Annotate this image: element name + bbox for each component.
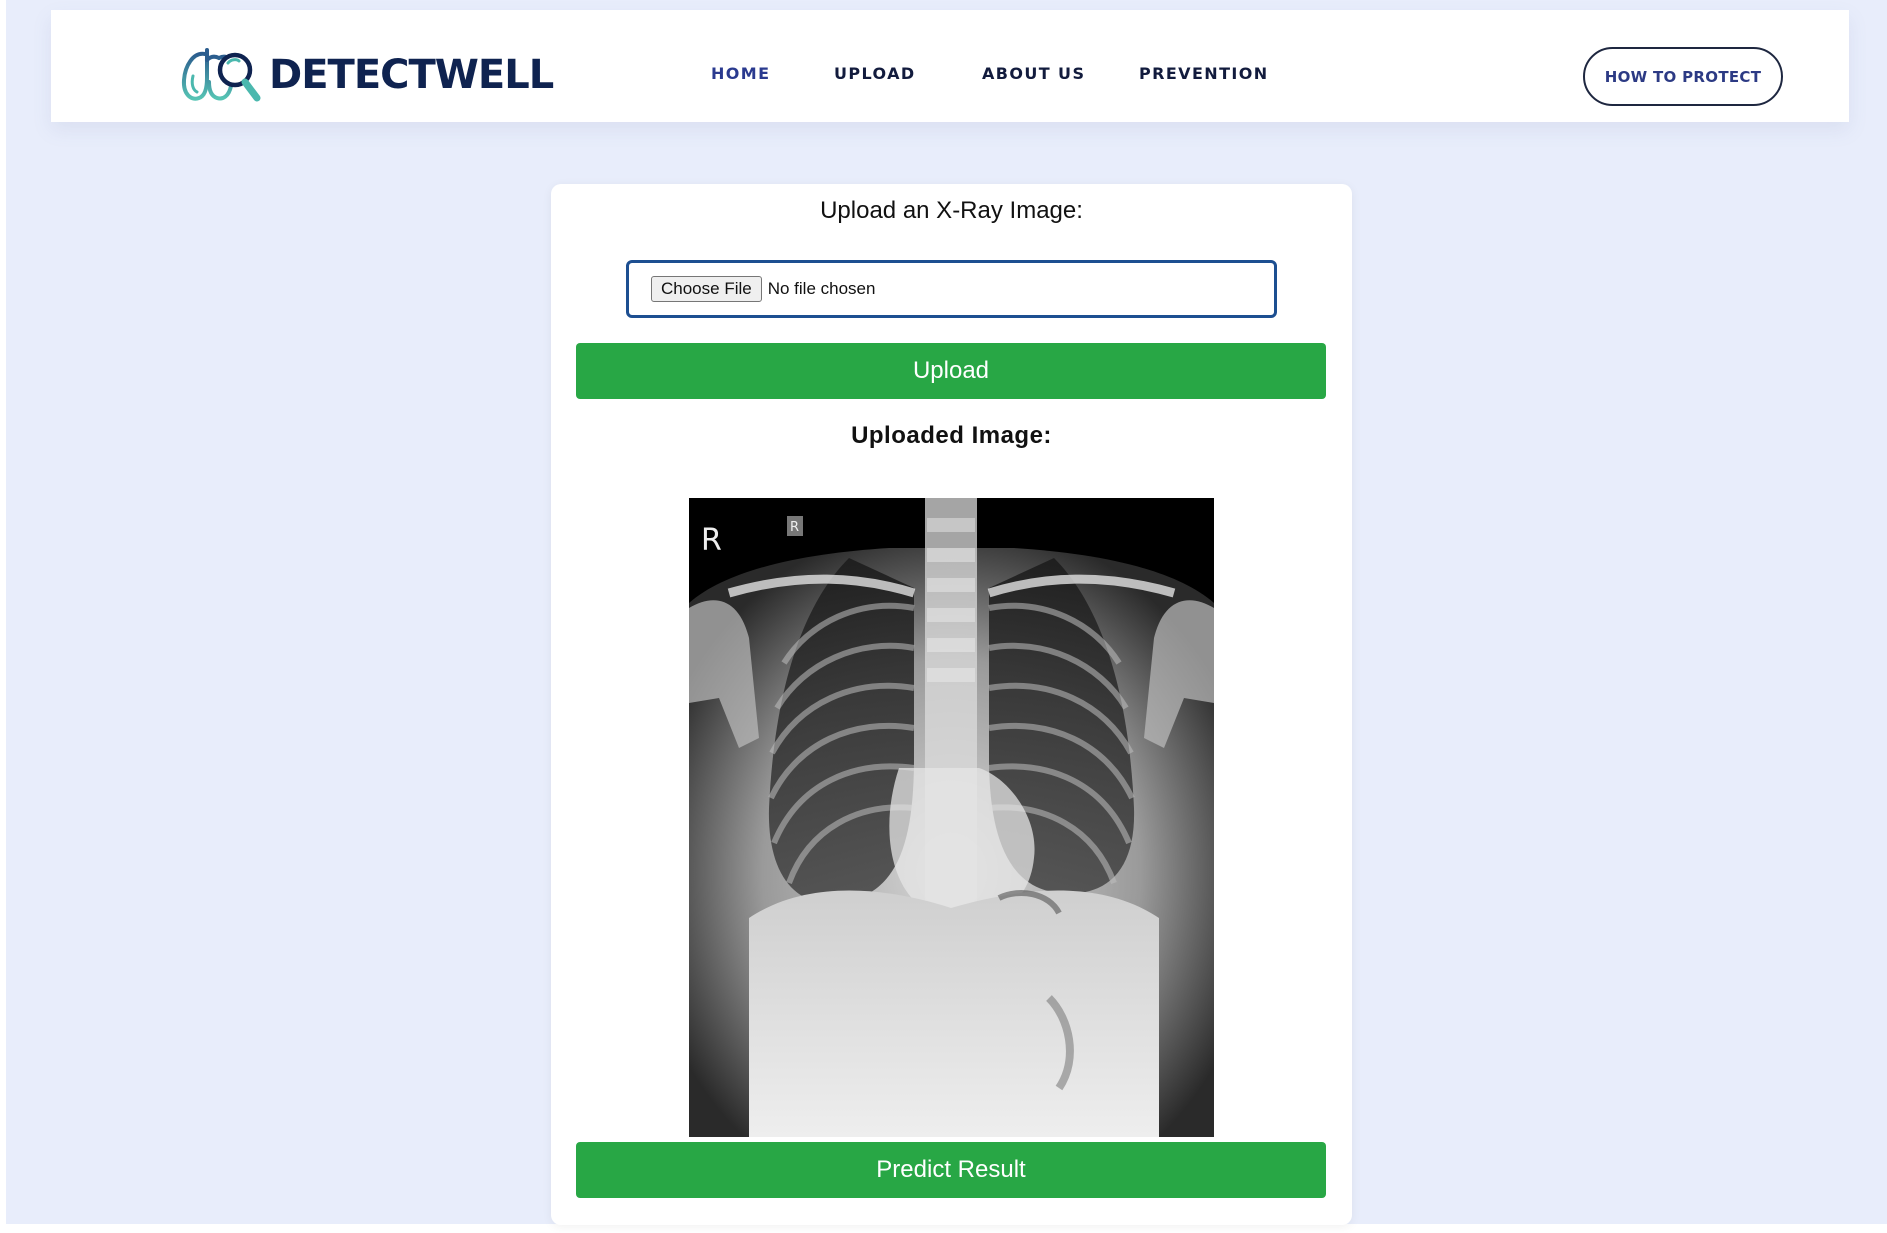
upload-card: Upload an X-Ray Image: Choose File No fi… (551, 184, 1352, 1225)
choose-file-button[interactable]: Choose File (651, 276, 762, 302)
xray-marker-handwritten: R (701, 523, 722, 558)
brand-logo[interactable]: DETECTWELL (181, 46, 554, 104)
predict-result-button[interactable]: Predict Result (576, 1142, 1326, 1198)
lungs-magnifier-logo-icon (181, 48, 261, 102)
file-input[interactable]: Choose File No file chosen (626, 260, 1277, 318)
nav-home[interactable]: HOME (711, 64, 770, 83)
site-header: DETECTWELL HOME UPLOAD ABOUT US PREVENTI… (51, 10, 1849, 122)
nav-about-us[interactable]: ABOUT US (982, 64, 1085, 83)
upload-button[interactable]: Upload (576, 343, 1326, 399)
xray-marker-label: R (790, 520, 799, 535)
file-status: No file chosen (767, 279, 876, 298)
chest-xray-graphic: R R (689, 498, 1214, 1137)
brand-name: DETECTWELL (269, 52, 554, 98)
how-to-protect-button[interactable]: HOW TO PROTECT (1583, 47, 1783, 106)
upload-title: Upload an X-Ray Image: (820, 197, 1083, 224)
uploaded-image-title: Uploaded Image: (851, 422, 1052, 449)
nav-upload[interactable]: UPLOAD (834, 64, 916, 83)
nav-prevention[interactable]: PREVENTION (1139, 64, 1269, 83)
xray-image: R R (689, 498, 1214, 1137)
